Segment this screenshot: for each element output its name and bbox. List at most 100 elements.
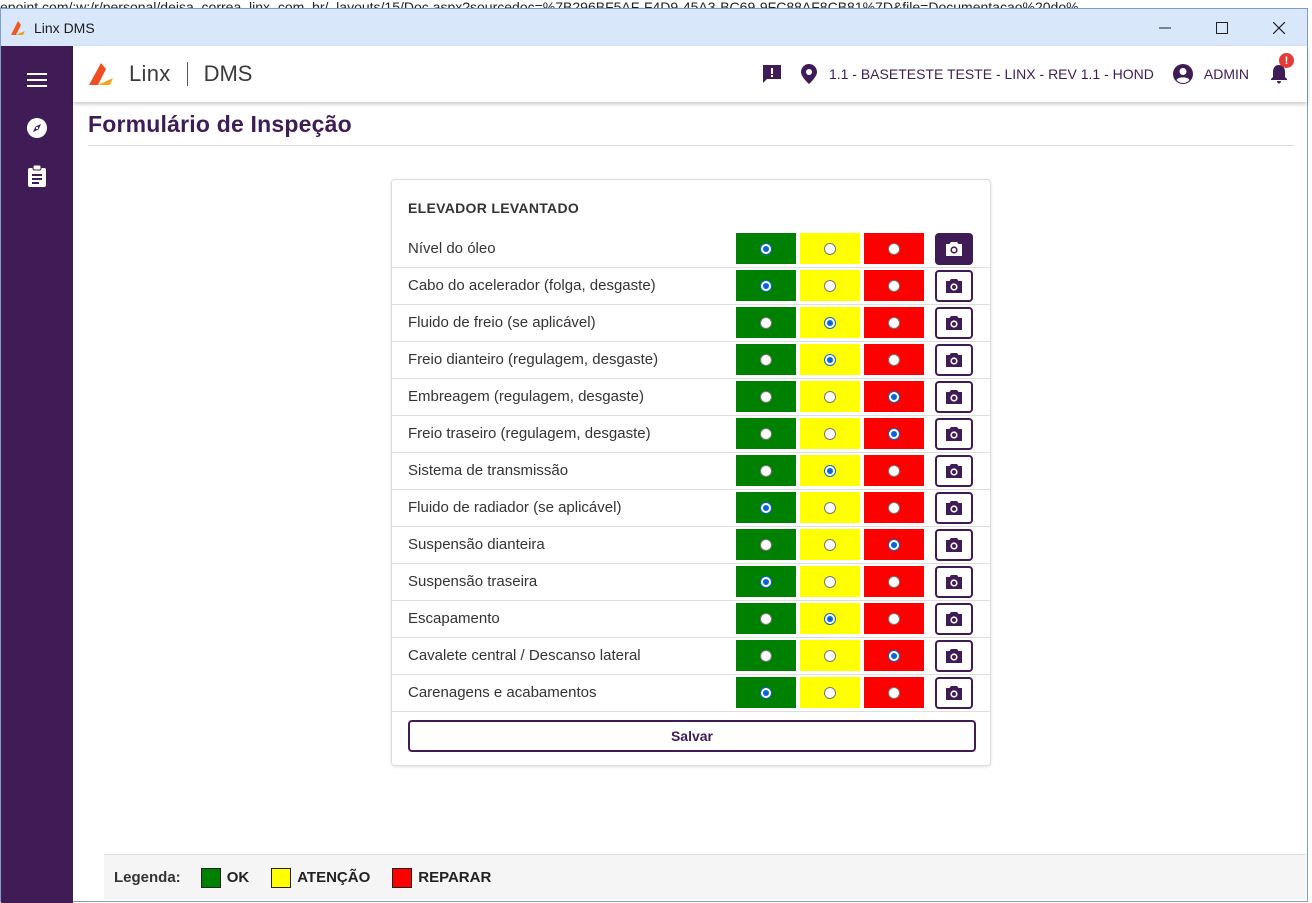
option-ok[interactable] [736,492,796,523]
option-atencao[interactable] [800,529,860,560]
option-ok[interactable] [736,344,796,375]
save-button[interactable]: Salvar [408,720,976,752]
radio-atencao[interactable] [824,279,836,292]
option-reparar[interactable] [864,529,924,560]
radio-atencao[interactable] [824,501,836,514]
radio-atencao[interactable] [824,649,836,662]
option-ok[interactable] [736,270,796,301]
radio-ok[interactable] [760,575,772,588]
maximize-button[interactable] [1193,9,1250,46]
option-atencao[interactable] [800,492,860,523]
radio-reparar[interactable] [888,390,900,403]
close-button[interactable] [1250,9,1307,46]
radio-ok[interactable] [760,649,772,662]
photo-button[interactable] [935,233,973,265]
option-ok[interactable] [736,603,796,634]
radio-reparar[interactable] [888,427,900,440]
option-atencao[interactable] [800,640,860,671]
option-atencao[interactable] [800,677,860,708]
radio-reparar[interactable] [888,316,900,329]
radio-reparar[interactable] [888,649,900,662]
radio-ok[interactable] [760,427,772,440]
location-selector[interactable]: 1.1 - BASETESTE TESTE - LINX - REV 1.1 -… [829,66,1154,82]
radio-reparar[interactable] [888,612,900,625]
radio-reparar[interactable] [888,575,900,588]
photo-button[interactable] [935,640,973,672]
option-atencao[interactable] [800,418,860,449]
radio-reparar[interactable] [888,279,900,292]
option-ok[interactable] [736,455,796,486]
radio-ok[interactable] [760,464,772,477]
radio-reparar[interactable] [888,538,900,551]
option-ok[interactable] [736,529,796,560]
option-reparar[interactable] [864,307,924,338]
option-reparar[interactable] [864,344,924,375]
option-ok[interactable] [736,640,796,671]
photo-button[interactable] [935,603,973,635]
radio-reparar[interactable] [888,686,900,699]
option-reparar[interactable] [864,233,924,264]
photo-button[interactable] [935,677,973,709]
radio-ok[interactable] [760,279,772,292]
option-atencao[interactable] [800,603,860,634]
option-atencao[interactable] [800,344,860,375]
option-atencao[interactable] [800,307,860,338]
option-ok[interactable] [736,307,796,338]
option-reparar[interactable] [864,381,924,412]
option-ok[interactable] [736,381,796,412]
brand[interactable]: Linx DMS [87,61,252,87]
radio-atencao[interactable] [824,464,836,477]
radio-atencao[interactable] [824,686,836,699]
photo-button[interactable] [935,344,973,376]
option-reparar[interactable] [864,566,924,597]
radio-reparar[interactable] [888,353,900,366]
option-atencao[interactable] [800,270,860,301]
photo-button[interactable] [935,529,973,561]
photo-button[interactable] [935,566,973,598]
menu-button[interactable] [25,68,49,92]
radio-atencao[interactable] [824,316,836,329]
sidebar-item-navigation[interactable] [25,116,49,140]
radio-ok[interactable] [760,390,772,403]
radio-ok[interactable] [760,538,772,551]
radio-ok[interactable] [760,686,772,699]
option-reparar[interactable] [864,270,924,301]
option-reparar[interactable] [864,603,924,634]
radio-ok[interactable] [760,242,772,255]
radio-atencao[interactable] [824,427,836,440]
radio-ok[interactable] [760,316,772,329]
radio-atencao[interactable] [824,390,836,403]
option-ok[interactable] [736,566,796,597]
option-ok[interactable] [736,418,796,449]
option-atencao[interactable] [800,381,860,412]
feedback-button[interactable] [761,63,783,85]
radio-atencao[interactable] [824,575,836,588]
radio-reparar[interactable] [888,501,900,514]
option-reparar[interactable] [864,492,924,523]
option-reparar[interactable] [864,677,924,708]
photo-button[interactable] [935,270,973,302]
option-reparar[interactable] [864,640,924,671]
photo-button[interactable] [935,381,973,413]
photo-button[interactable] [935,307,973,339]
radio-atencao[interactable] [824,353,836,366]
radio-ok[interactable] [760,612,772,625]
minimize-button[interactable] [1136,9,1193,46]
photo-button[interactable] [935,418,973,450]
option-reparar[interactable] [864,418,924,449]
radio-ok[interactable] [760,353,772,366]
radio-reparar[interactable] [888,242,900,255]
radio-ok[interactable] [760,501,772,514]
photo-button[interactable] [935,492,973,524]
option-ok[interactable] [736,233,796,264]
photo-button[interactable] [935,455,973,487]
radio-reparar[interactable] [888,464,900,477]
option-atencao[interactable] [800,455,860,486]
option-ok[interactable] [736,677,796,708]
radio-atencao[interactable] [824,612,836,625]
option-atencao[interactable] [800,233,860,264]
notifications-button[interactable]: ! [1269,53,1294,85]
option-reparar[interactable] [864,455,924,486]
radio-atencao[interactable] [824,242,836,255]
option-atencao[interactable] [800,566,860,597]
